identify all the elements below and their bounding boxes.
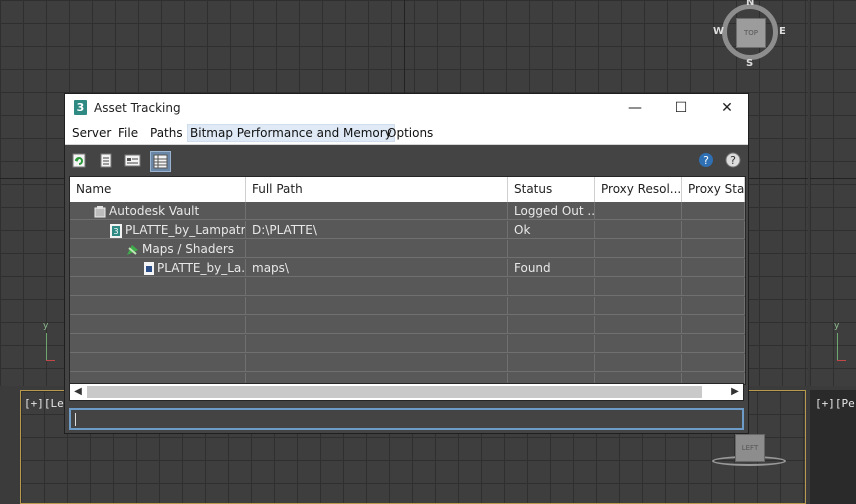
list-view-icon[interactable]: [98, 152, 115, 169]
help-icon[interactable]: ?: [697, 152, 714, 169]
row-proxy-resolution: [595, 240, 682, 258]
compass-west: W: [713, 26, 725, 37]
row-path: [246, 202, 508, 220]
table-view-icon[interactable]: [150, 151, 171, 172]
scroll-left-icon[interactable]: ◀: [70, 384, 86, 400]
row-path: maps\: [246, 259, 508, 277]
asset-table: Name Full Path Status Proxy Resol... Pro…: [69, 176, 746, 385]
column-header-full-path[interactable]: Full Path: [246, 177, 508, 202]
column-header-status[interactable]: Status: [508, 177, 595, 202]
row-name: PLATTE_by_La...: [157, 261, 246, 275]
maps-shaders-icon: [127, 244, 138, 255]
table-row[interactable]: Maps / Shaders: [70, 240, 745, 259]
toolbar: ? ?: [65, 145, 748, 175]
table-row[interactable]: Autodesk Vault Logged Out ...: [70, 202, 745, 221]
bitmap-file-icon: [144, 262, 154, 275]
viewport-left-label[interactable]: [+][Le: [24, 397, 64, 410]
compass-east: E: [779, 26, 786, 37]
text-caret: [75, 413, 76, 426]
viewcube-left-face[interactable]: LEFT: [735, 434, 765, 462]
table-row: [70, 297, 745, 316]
table-row: [70, 278, 745, 297]
table-row: [70, 316, 745, 335]
compass-north: N: [746, 0, 755, 8]
column-header-proxy-resolution[interactable]: Proxy Resol...: [595, 177, 682, 202]
column-header-name[interactable]: Name: [70, 177, 246, 202]
viewport-perspective-label[interactable]: [+][Pe: [815, 397, 855, 410]
row-proxy-status: [682, 259, 745, 277]
vault-server-icon: [94, 205, 106, 217]
menu-options[interactable]: Options: [385, 125, 435, 141]
row-status: Found: [508, 259, 595, 277]
row-path: [246, 240, 508, 258]
svg-text:?: ?: [703, 154, 709, 167]
menu-server[interactable]: Server: [70, 125, 113, 141]
axis-y-label: y: [43, 321, 49, 331]
row-name: PLATTE_by_Lampatr...: [125, 223, 246, 237]
refresh-icon[interactable]: [71, 152, 88, 169]
axis-tripod-icon: y: [43, 321, 57, 365]
app-3dsmax-icon: 3: [74, 100, 87, 115]
viewcube-compass[interactable]: TOP N S W E: [713, 0, 786, 70]
viewcube-top-face[interactable]: TOP: [736, 18, 766, 48]
table-row[interactable]: 3 PLATTE_by_Lampatr... D:\PLATTE\ Ok: [70, 221, 745, 240]
minimize-button[interactable]: —: [612, 94, 658, 122]
grid-axis-line: [810, 178, 856, 179]
row-proxy-resolution: [595, 221, 682, 239]
scroll-right-icon[interactable]: ▶: [727, 384, 743, 400]
row-path: D:\PLATTE\: [246, 221, 508, 239]
title-bar[interactable]: 3 Asset Tracking — ☐ ✕: [65, 94, 748, 122]
row-proxy-resolution: [595, 202, 682, 220]
table-row: [70, 354, 745, 373]
row-name: Maps / Shaders: [142, 242, 235, 256]
table-header: Name Full Path Status Proxy Resol... Pro…: [70, 177, 745, 202]
menu-paths[interactable]: Paths: [148, 125, 185, 141]
column-header-proxy-status[interactable]: Proxy Statu: [682, 177, 745, 202]
row-name: Autodesk Vault: [109, 204, 200, 218]
table-row[interactable]: PLATTE_by_La... maps\ Found: [70, 259, 745, 278]
row-proxy-status: [682, 221, 745, 239]
row-status: Ok: [508, 221, 595, 239]
context-help-icon[interactable]: ?: [724, 152, 741, 169]
scene-file-icon: 3: [110, 223, 122, 238]
menu-bar: Server File Paths Bitmap Performance and…: [65, 122, 748, 145]
scrollbar-thumb[interactable]: [87, 386, 702, 398]
detail-view-icon[interactable]: [124, 152, 141, 169]
path-input[interactable]: [69, 408, 744, 430]
viewport-right[interactable]: [810, 0, 856, 386]
axis-y-label: y: [834, 321, 840, 331]
svg-text:3: 3: [113, 227, 118, 236]
maximize-button[interactable]: ☐: [658, 94, 704, 122]
table-row: [70, 335, 745, 354]
horizontal-scrollbar[interactable]: ◀ ▶: [69, 383, 744, 401]
row-proxy-resolution: [595, 259, 682, 277]
axis-tripod-icon: y: [834, 321, 848, 365]
row-proxy-status: [682, 202, 745, 220]
row-proxy-status: [682, 240, 745, 258]
close-button[interactable]: ✕: [704, 94, 750, 122]
menu-bitmap-performance[interactable]: Bitmap Performance and Memory: [187, 124, 395, 142]
menu-file[interactable]: File: [116, 125, 140, 141]
row-status: [508, 240, 595, 258]
compass-south: S: [746, 58, 754, 69]
asset-tracking-dialog: 3 Asset Tracking — ☐ ✕ Server File Paths…: [64, 93, 749, 434]
row-status: Logged Out ...: [508, 202, 595, 220]
window-title: Asset Tracking: [94, 101, 181, 115]
svg-text:?: ?: [730, 154, 736, 167]
